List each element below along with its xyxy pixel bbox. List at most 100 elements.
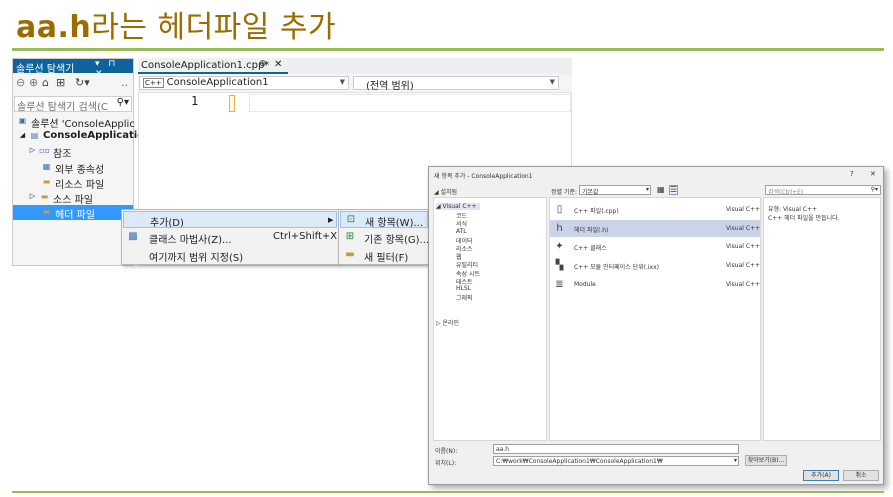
bottom-rule	[12, 491, 884, 493]
template-language: Visual C++	[726, 262, 761, 270]
history-icon[interactable]: ↻▾	[75, 76, 90, 89]
dialog-title: 새 항목 추가 - ConsoleApplication1	[434, 173, 533, 180]
help-icon[interactable]: ?	[850, 170, 854, 178]
template-item[interactable]: ▯ C++ 파일(.cpp) Visual C++	[550, 201, 760, 218]
slide-title-rest: 라는 헤더파일 추가	[91, 10, 337, 45]
new-item-icon: ⊡	[346, 214, 356, 225]
online-category[interactable]: ▷ 온라인	[436, 318, 459, 327]
grid-view-icon[interactable]: ▦	[657, 185, 665, 194]
more-icon[interactable]: ‥	[121, 76, 128, 89]
search-icon: ⚲▾	[870, 186, 878, 193]
template-search-input[interactable]: 검색(Ctrl+E) ⚲▾	[765, 185, 881, 196]
expanded-icon[interactable]: ◢	[17, 130, 28, 141]
installed-label: ◢ 설치됨	[434, 189, 458, 196]
name-value: aa.h	[496, 446, 510, 453]
menu-item-label: 기존 항목(G)...	[364, 235, 430, 246]
scope-combo[interactable]: (전역 범위) ▼	[353, 76, 559, 92]
template-name: C++ 클래스	[574, 245, 607, 253]
tree-item-label: 소스 파일	[53, 195, 93, 206]
sort-label: 정렬 기준:	[551, 189, 578, 196]
tree-item-label: 솔루션 'ConsoleApplic	[31, 119, 135, 130]
project-icon: ▤	[30, 131, 39, 141]
category-item[interactable]: ◢ Visual C++	[436, 203, 480, 210]
chevron-down-icon: ▾	[645, 186, 649, 193]
back-icon[interactable]: ⊖	[16, 76, 25, 89]
project-combo-value: C++ ConsoleApplication1	[143, 77, 269, 88]
project-icon: C++	[143, 78, 164, 88]
header-file-icon: h	[556, 222, 563, 234]
forward-icon[interactable]: ⊕	[29, 76, 38, 89]
tree-item-label: ConsoleApplicatic	[43, 130, 144, 142]
list-view-icon[interactable]: ☰	[669, 185, 679, 195]
template-item[interactable]: ✦ C++ 클래스 Visual C++	[550, 238, 760, 255]
tree-item[interactable]: ▣ 솔루션 'ConsoleApplic	[13, 114, 135, 130]
browse-button[interactable]: 찾아보기(B)...	[745, 455, 787, 466]
solution-explorer-search[interactable]: 솔루션 탐색기 검색(C ⚲▾	[14, 96, 132, 113]
tree-item[interactable]: ▬ 헤더 파일	[13, 205, 133, 222]
folder-icon: ▬	[42, 176, 51, 186]
category-item[interactable]: HLSL	[456, 285, 471, 292]
menu-item-label: 새 항목(W)...	[365, 218, 424, 229]
template-name: C++ 모듈 인터페이스 단위(.ixx)	[574, 264, 660, 272]
template-details: 유형: Visual C++ C++ 헤더 파일을 만듭니다.	[763, 197, 881, 441]
close-icon[interactable]: ✕	[870, 170, 876, 178]
submenu-item[interactable]: ▬ 새 필터(F)	[340, 247, 428, 264]
new-filter-icon: ▬	[345, 249, 355, 260]
template-type: 유형: Visual C++	[768, 206, 818, 213]
collapsed-icon[interactable]: ▷	[27, 145, 38, 156]
folder-icon: ▬	[40, 192, 49, 201]
submenu-item[interactable]: ⊡ 새 항목(W)...	[340, 211, 428, 229]
menu-item-label: 추가(D)	[150, 218, 184, 229]
context-menu-item[interactable]: ▩ 클래스 마법사(Z)... Ctrl+Shift+X	[123, 229, 337, 246]
context-menu-item[interactable]: 추가(D) ▶	[123, 211, 337, 229]
external-deps-icon: ▦	[42, 161, 51, 171]
template-name: 헤더 파일(.h)	[574, 226, 609, 234]
template-item[interactable]: ≣ Module Visual C++	[550, 276, 760, 293]
home-icon[interactable]: ⌂	[42, 76, 49, 89]
solution-explorer-header: 솔루션 탐색기 ▾ ⊓ ✕	[13, 59, 133, 79]
tree-item[interactable]: ▦ 외부 종속성	[13, 160, 133, 176]
template-item[interactable]: h 헤더 파일(.h) Visual C++	[550, 219, 760, 237]
document-tabstrip: ConsoleApplication1.cpp* ⊕ ✕	[138, 58, 572, 74]
name-field[interactable]: aa.h	[493, 444, 739, 454]
template-search-placeholder: 검색(Ctrl+E)	[768, 189, 804, 196]
module-icon: ≣	[555, 278, 564, 290]
template-description: C++ 헤더 파일을 만듭니다.	[768, 215, 840, 222]
search-icon[interactable]: ⚲▾	[117, 97, 129, 108]
collapsed-icon[interactable]: ▷	[27, 191, 38, 202]
solution-explorer-title: 솔루션 탐색기	[16, 64, 75, 75]
sort-combo[interactable]: 기본값 ▾	[579, 185, 651, 196]
tree-item[interactable]: ▷ ▬ 소스 파일	[13, 190, 133, 206]
solution-icon: ▣	[18, 116, 27, 125]
navigation-bar: C++ ConsoleApplication1 ▼ (전역 범위) ▼	[138, 74, 572, 92]
add-button[interactable]: 추가(A)	[803, 470, 839, 481]
close-icon[interactable]: ✕	[274, 59, 282, 70]
scope-combo-value: (전역 범위)	[366, 81, 414, 92]
project-combo-label: ConsoleApplication1	[166, 77, 269, 88]
slide-title: aa.h라는 헤더파일 추가	[16, 2, 336, 46]
submenu-item[interactable]: ⊞ 기존 항목(G)...	[340, 229, 430, 246]
chevron-down-icon: ▼	[339, 78, 345, 86]
tree-item-label: 헤더 파일	[55, 210, 95, 222]
context-menu-item[interactable]: 여기까지 범위 지정(S)	[123, 247, 337, 264]
cpp-file-icon: ▯	[556, 204, 563, 215]
submenu-arrow-icon: ▶	[328, 216, 334, 224]
pin-icon[interactable]: ⊕	[259, 59, 267, 69]
menu-item-label: 클래스 마법사(Z)...	[149, 235, 232, 246]
tree-item[interactable]: ▷ ▫▫ 참조	[13, 144, 133, 161]
template-name: C++ 파일(.cpp)	[574, 208, 619, 215]
tree-item-label: 참조	[53, 149, 72, 161]
cancel-button[interactable]: 취소	[843, 470, 879, 481]
tree-item[interactable]: ▬ 리소스 파일	[13, 175, 133, 191]
category-item[interactable]: 그래픽	[456, 293, 473, 302]
location-field[interactable]: C:₩work₩ConsoleApplication1₩ConsoleAppli…	[493, 456, 739, 466]
tree-item[interactable]: ◢ ▤ ConsoleApplicatic	[13, 129, 143, 144]
location-value: C:₩work₩ConsoleApplication1₩ConsoleAppli…	[496, 458, 663, 465]
sort-value: 기본값	[582, 189, 599, 196]
location-label: 위치(L):	[435, 460, 457, 467]
template-item[interactable]: ▚ C++ 모듈 인터페이스 단위(.ixx) Visual C++	[550, 257, 760, 274]
switch-views-icon[interactable]: ⊞	[56, 76, 65, 89]
tab-consoleapplication-cpp[interactable]: ConsoleApplication1.cpp* ⊕ ✕	[138, 58, 288, 74]
category-item[interactable]: ATL	[456, 228, 467, 235]
project-combo[interactable]: C++ ConsoleApplication1 ▼	[139, 76, 349, 90]
